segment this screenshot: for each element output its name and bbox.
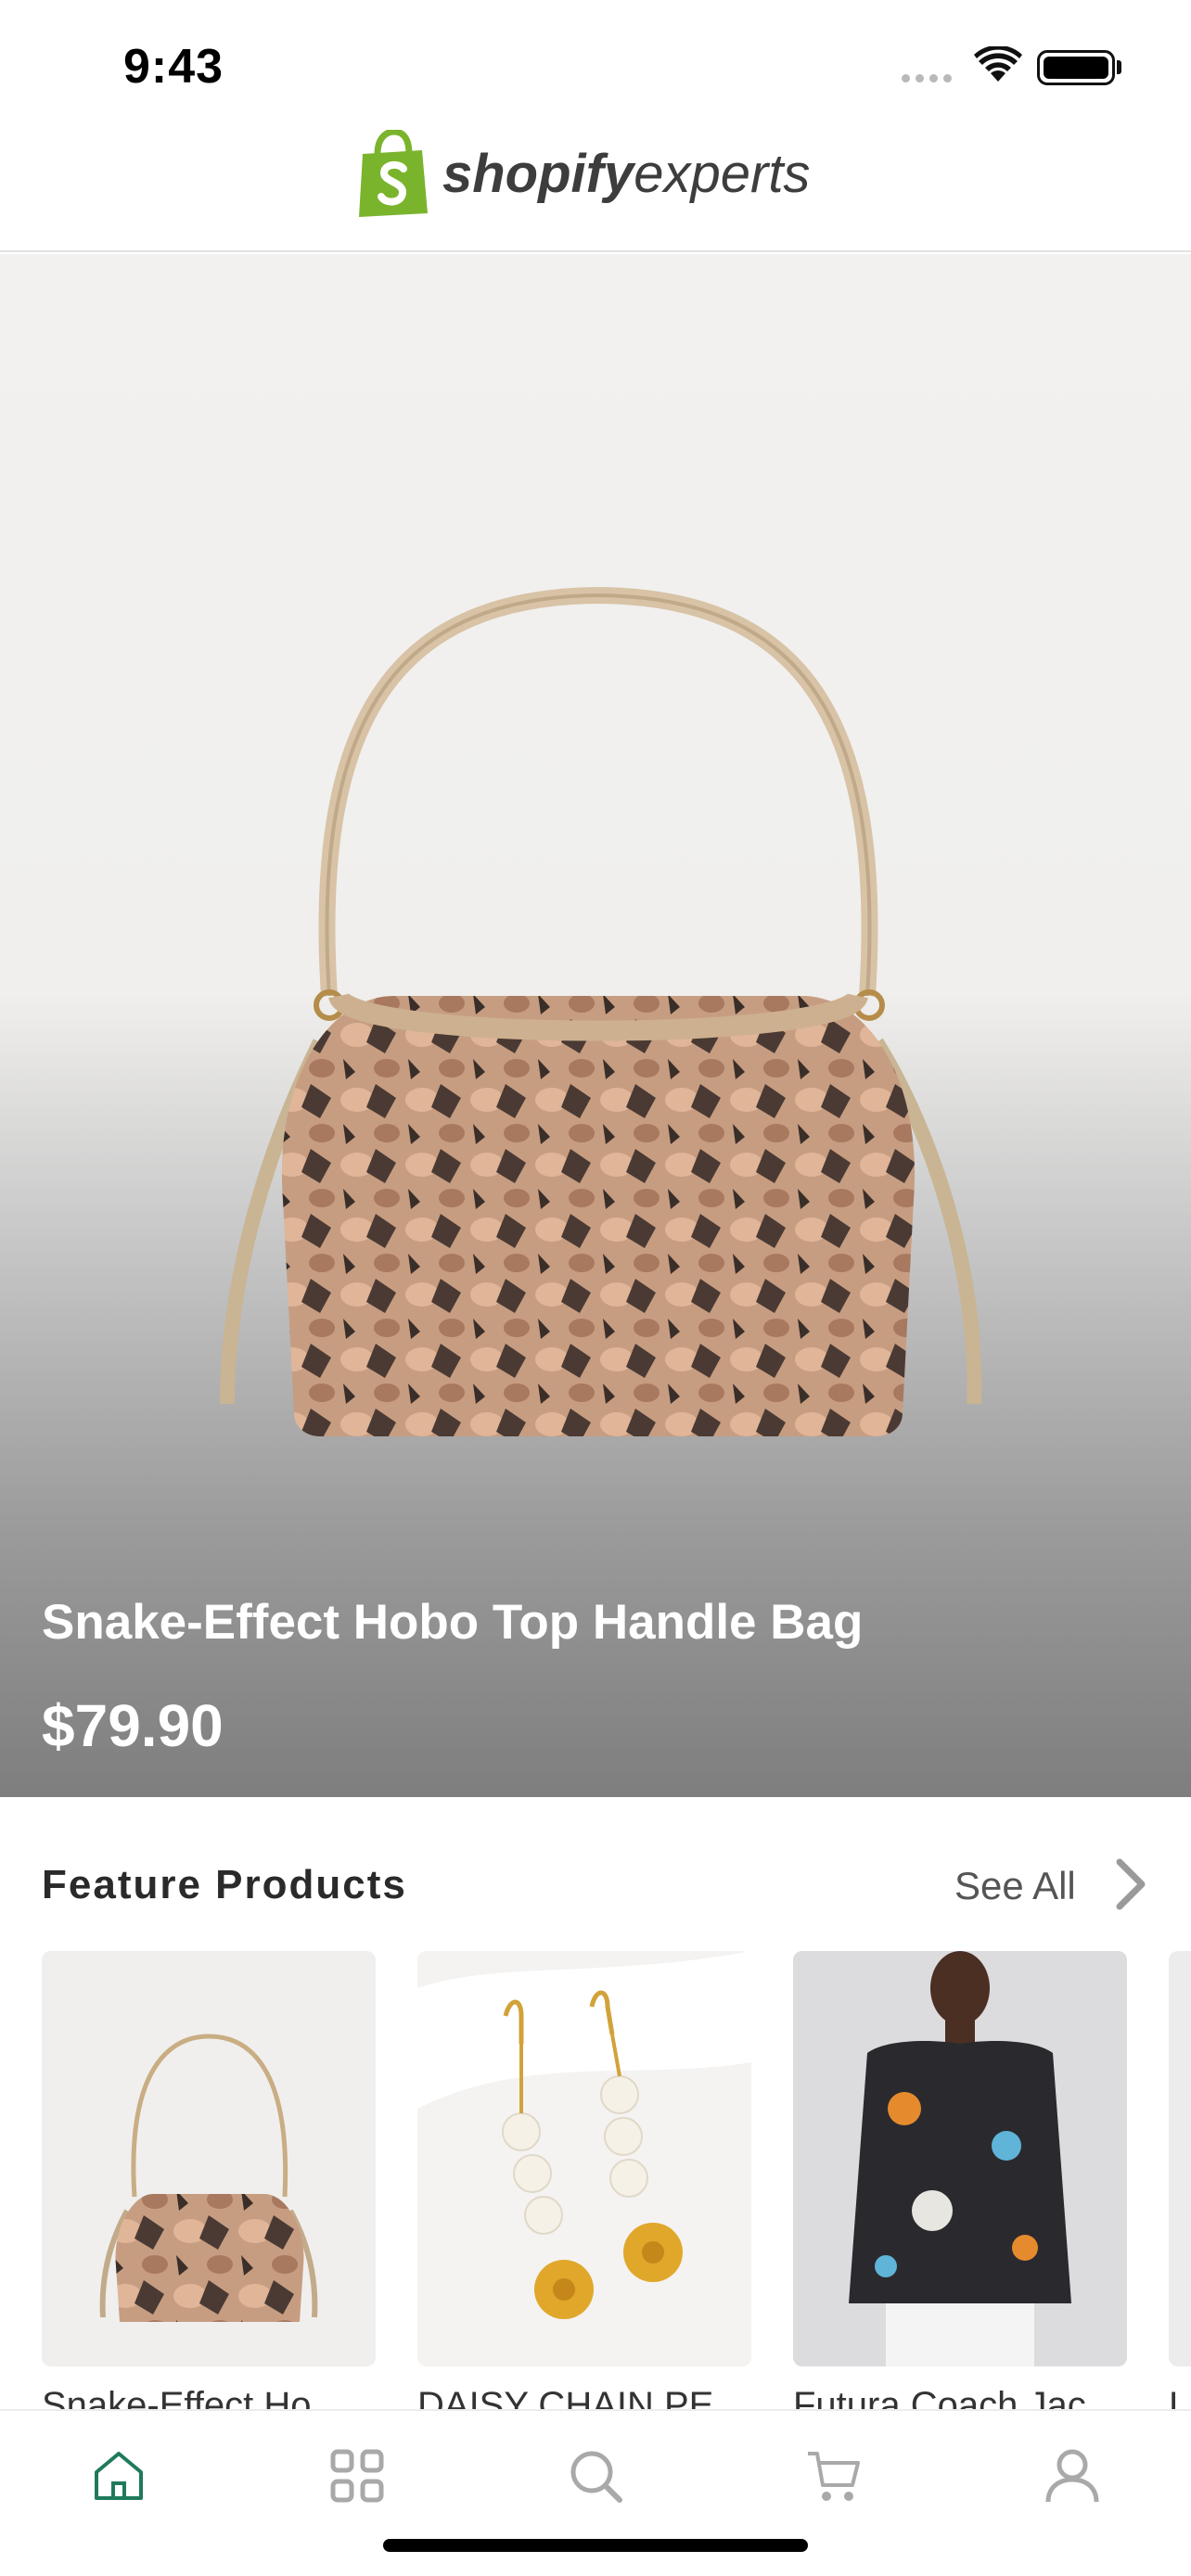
- see-all-link[interactable]: See All: [954, 1864, 1076, 1908]
- status-time: 9:43: [123, 40, 224, 94]
- battery-icon: [1037, 50, 1115, 85]
- hero-product-price: $79.90: [42, 1692, 224, 1759]
- product-card[interactable]: Futura Coach Jac: [793, 1951, 1127, 2415]
- tab-profile[interactable]: [1035, 2439, 1109, 2513]
- tab-cart[interactable]: [797, 2439, 871, 2513]
- product-image: [793, 1951, 1127, 2366]
- status-bar: 9:43: [0, 0, 1191, 121]
- brand-wordmark-bold: shopify: [442, 144, 634, 204]
- brand-wordmark-regular: experts: [634, 144, 811, 204]
- grid-icon: [330, 2449, 384, 2503]
- product-card[interactable]: DAISY CHAIN PE: [417, 1951, 751, 2415]
- tab-categories[interactable]: [320, 2439, 394, 2513]
- featured-products-carousel[interactable]: Snake-Effect Ho DAISY CHAIN PE Futura Co…: [42, 1951, 1191, 2415]
- app-header: shopifyexperts: [0, 121, 1191, 252]
- search-icon: [570, 2451, 622, 2503]
- product-image: [417, 1951, 751, 2366]
- cellular-signal-icon: [902, 74, 952, 83]
- tab-home[interactable]: [82, 2439, 156, 2513]
- brand-wordmark: shopifyexperts: [442, 143, 810, 205]
- home-indicator[interactable]: [383, 2539, 808, 2552]
- profile-icon: [1045, 2449, 1099, 2503]
- shopping-bag-logo-icon: [359, 130, 428, 217]
- hero-product-image: [220, 586, 982, 1436]
- product-image: [1169, 1951, 1191, 2366]
- product-card[interactable]: L: [1169, 1951, 1191, 2415]
- product-image: [42, 1951, 376, 2366]
- tab-search[interactable]: [558, 2439, 633, 2513]
- battery-tip: [1117, 60, 1121, 74]
- home-icon: [95, 2452, 143, 2500]
- chevron-right-icon[interactable]: [1110, 1856, 1149, 1912]
- featured-section-title: Feature Products: [42, 1862, 407, 1907]
- wifi-icon: [974, 46, 1022, 82]
- brand-logo[interactable]: shopifyexperts: [357, 130, 810, 218]
- featured-section-header: Feature Products See All: [42, 1853, 1155, 1918]
- cart-icon: [808, 2452, 860, 2501]
- hero-product-title: Snake-Effect Hobo Top Handle Bag: [42, 1595, 864, 1650]
- hero-banner[interactable]: Snake-Effect Hobo Top Handle Bag $79.90: [0, 254, 1191, 1797]
- product-card[interactable]: Snake-Effect Ho: [42, 1951, 376, 2415]
